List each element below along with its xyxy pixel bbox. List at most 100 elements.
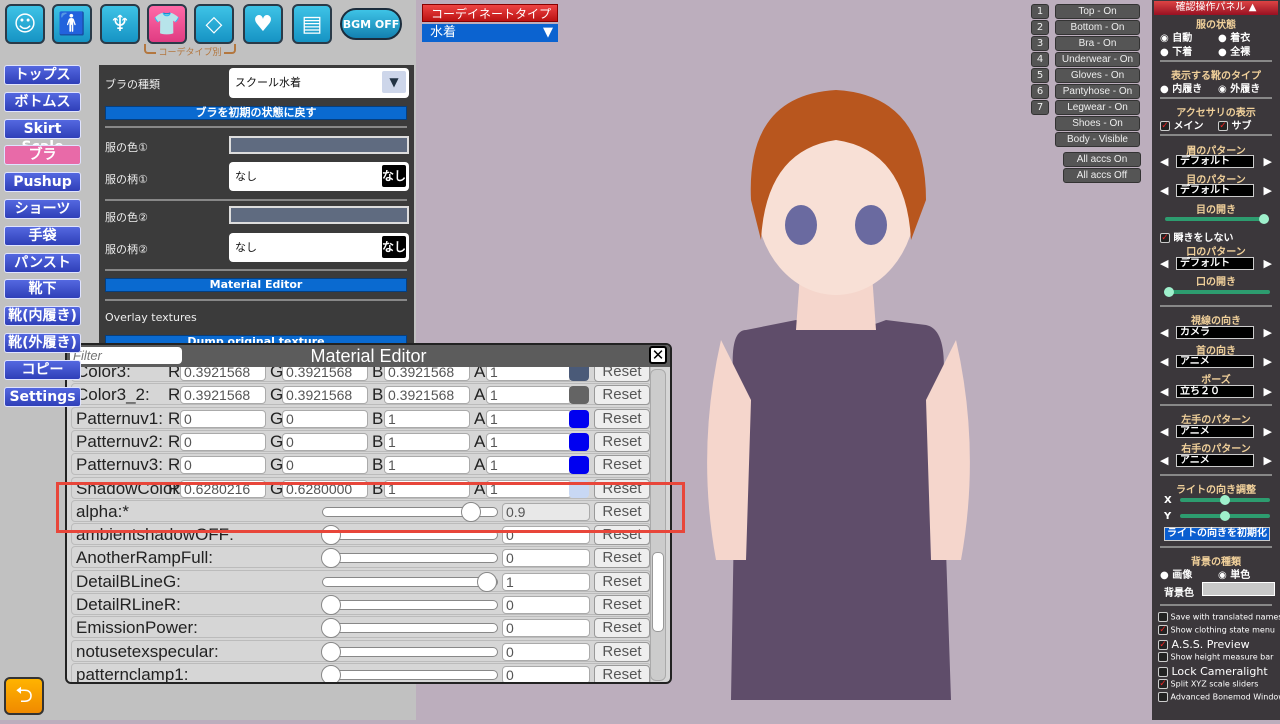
nav-item[interactable]: ブラ [4, 145, 81, 166]
clothing-toggle-button[interactable]: Body - Visible [1055, 132, 1140, 147]
channel-g-input[interactable]: 0 [282, 432, 368, 451]
arrow-left-icon[interactable]: ◀ [1160, 155, 1168, 168]
arrow-right-icon[interactable]: ▶ [1264, 184, 1272, 197]
color2-swatch[interactable] [229, 206, 409, 224]
light-x-slider[interactable] [1180, 495, 1270, 505]
channel-a-input[interactable]: 1 [486, 367, 572, 381]
arrow-left-icon[interactable]: ◀ [1160, 454, 1168, 467]
option-checkbox[interactable]: ✓ Split XYZ scale sliders [1158, 679, 1258, 689]
no-blink-checkbox[interactable]: ✓ 瞬きをしない [1160, 229, 1233, 244]
pattern1-selector[interactable]: なし なし [229, 162, 409, 191]
option-checkbox[interactable]: ✓ Show clothing state menu [1158, 625, 1275, 635]
reset-button[interactable]: Reset [594, 641, 650, 662]
heart-tab-button[interactable]: ♥ [243, 4, 283, 44]
slider-knob[interactable] [321, 618, 341, 639]
channel-b-input[interactable]: 0.3921568 [384, 386, 470, 405]
channel-r-input[interactable]: 0.3921568 [180, 367, 266, 381]
value-slider[interactable] [322, 571, 498, 592]
arrow-left-icon[interactable]: ◀ [1160, 385, 1168, 398]
nav-item[interactable]: トップス [4, 65, 81, 85]
nav-item[interactable]: 靴下 [4, 279, 81, 300]
arrow-left-icon[interactable]: ◀ [1160, 425, 1168, 438]
rhand-selector[interactable]: ◀ アニメ ▶ [1160, 454, 1272, 468]
accessories-toggle-button[interactable]: All accs Off [1063, 168, 1141, 183]
reset-button[interactable]: Reset [594, 408, 650, 429]
slider-knob[interactable] [1164, 287, 1174, 297]
option-checkbox[interactable]: Advanced Bonemod Window [1158, 692, 1280, 702]
arrow-right-icon[interactable]: ▶ [1264, 454, 1272, 467]
reset-button[interactable]: Reset [594, 571, 650, 592]
value-input[interactable]: 0 [502, 642, 590, 661]
radio-option[interactable]: ◉ 自動 [1160, 29, 1192, 44]
slider-knob[interactable] [321, 664, 341, 682]
arrow-left-icon[interactable]: ◀ [1160, 326, 1168, 339]
slider-knob[interactable] [321, 548, 341, 569]
close-icon[interactable]: ✕ [649, 346, 667, 364]
light-y-slider[interactable] [1180, 511, 1270, 521]
bra-type-selector[interactable]: スクール水着 ▼ [229, 68, 409, 98]
acc-main-checkbox[interactable]: ✓ メイン [1160, 117, 1203, 132]
channel-b-input[interactable]: 0.3921568 [384, 367, 470, 381]
reset-light-button[interactable]: ライトの向きを初期化 [1164, 527, 1270, 541]
reset-button[interactable]: Reset [594, 385, 650, 406]
value-input[interactable]: 1 [502, 572, 590, 591]
nav-item[interactable]: 靴(内履き) [4, 306, 81, 327]
slot-number[interactable]: 5 [1031, 68, 1049, 83]
radio-option[interactable]: ● 着衣 [1218, 29, 1250, 44]
clothing-toggle-button[interactable]: Legwear - On [1055, 100, 1140, 115]
reset-button[interactable]: Reset [594, 548, 650, 569]
slot-number[interactable]: 1 [1031, 4, 1049, 19]
hair-tab-button[interactable]: ♆ [100, 4, 140, 44]
option-checkbox[interactable]: ✓ A.S.S. Preview [1158, 638, 1250, 651]
material-editor-button[interactable]: Material Editor [105, 278, 407, 292]
clothing-toggle-button[interactable]: Pantyhose - On [1055, 84, 1140, 99]
radio-option[interactable]: ◉ 外履き [1218, 80, 1260, 95]
acc-sub-checkbox[interactable]: ✓ サブ [1218, 117, 1251, 132]
clothing-toggle-button[interactable]: Gloves - On [1055, 68, 1140, 83]
color-swatch[interactable] [569, 386, 589, 405]
reset-button[interactable]: Reset [594, 431, 650, 452]
option-checkbox[interactable]: Lock Cameralight [1158, 665, 1268, 678]
mouth-selector[interactable]: ◀ デフォルト ▶ [1160, 257, 1272, 271]
color1-swatch[interactable] [229, 136, 409, 154]
clothing-toggle-button[interactable]: Bottom - On [1055, 20, 1140, 35]
value-slider[interactable] [321, 595, 498, 615]
value-input[interactable]: 0 [502, 619, 590, 638]
nav-item[interactable]: Skirt Scale [4, 118, 81, 155]
pose-selector[interactable]: ◀ 立ち２０ ▶ [1160, 385, 1272, 399]
channel-g-input[interactable]: 0.3921568 [282, 367, 368, 381]
slider-knob[interactable] [321, 595, 341, 615]
scrollbar-thumb[interactable] [652, 552, 664, 632]
slider-knob[interactable] [1259, 214, 1269, 224]
clothing-toggle-button[interactable]: Shoes - On [1055, 116, 1140, 131]
value-slider[interactable] [321, 641, 498, 662]
radio-option[interactable]: ● 全裸 [1218, 43, 1250, 58]
channel-a-input[interactable]: 1 [486, 432, 572, 451]
value-input[interactable]: 0 [502, 596, 590, 614]
value-input[interactable]: 0 [502, 549, 590, 568]
reset-bra-button[interactable]: ブラを初期の状態に戻す [105, 106, 407, 120]
clothes-tab-button[interactable]: 👕 [147, 4, 187, 44]
channel-a-input[interactable]: 1 [486, 456, 572, 475]
face-tab-button[interactable]: ☺ [5, 4, 45, 44]
channel-g-input[interactable]: 0 [282, 456, 368, 475]
channel-a-input[interactable]: 1 [486, 386, 572, 405]
accessory-diamond-tab-button[interactable]: ◇ [194, 4, 234, 44]
channel-b-input[interactable]: 1 [384, 409, 470, 428]
clothing-toggle-button[interactable]: Bra - On [1055, 36, 1140, 51]
slot-number[interactable]: 3 [1031, 36, 1049, 51]
eye-open-slider[interactable] [1165, 214, 1269, 224]
slider-knob[interactable] [321, 641, 341, 662]
slot-number[interactable]: 4 [1031, 52, 1049, 67]
arrow-left-icon[interactable]: ◀ [1160, 355, 1168, 368]
color-swatch[interactable] [569, 456, 589, 475]
value-slider[interactable] [321, 548, 498, 569]
channel-r-input[interactable]: 0 [180, 432, 266, 451]
arrow-right-icon[interactable]: ▶ [1264, 257, 1272, 270]
channel-g-input[interactable]: 0.3921568 [282, 386, 368, 405]
color-swatch[interactable] [569, 409, 589, 428]
channel-r-input[interactable]: 0 [180, 456, 266, 475]
slider-knob[interactable] [477, 571, 497, 592]
channel-r-input[interactable]: 0.3921568 [180, 386, 266, 405]
neck-selector[interactable]: ◀ アニメ ▶ [1160, 355, 1272, 369]
